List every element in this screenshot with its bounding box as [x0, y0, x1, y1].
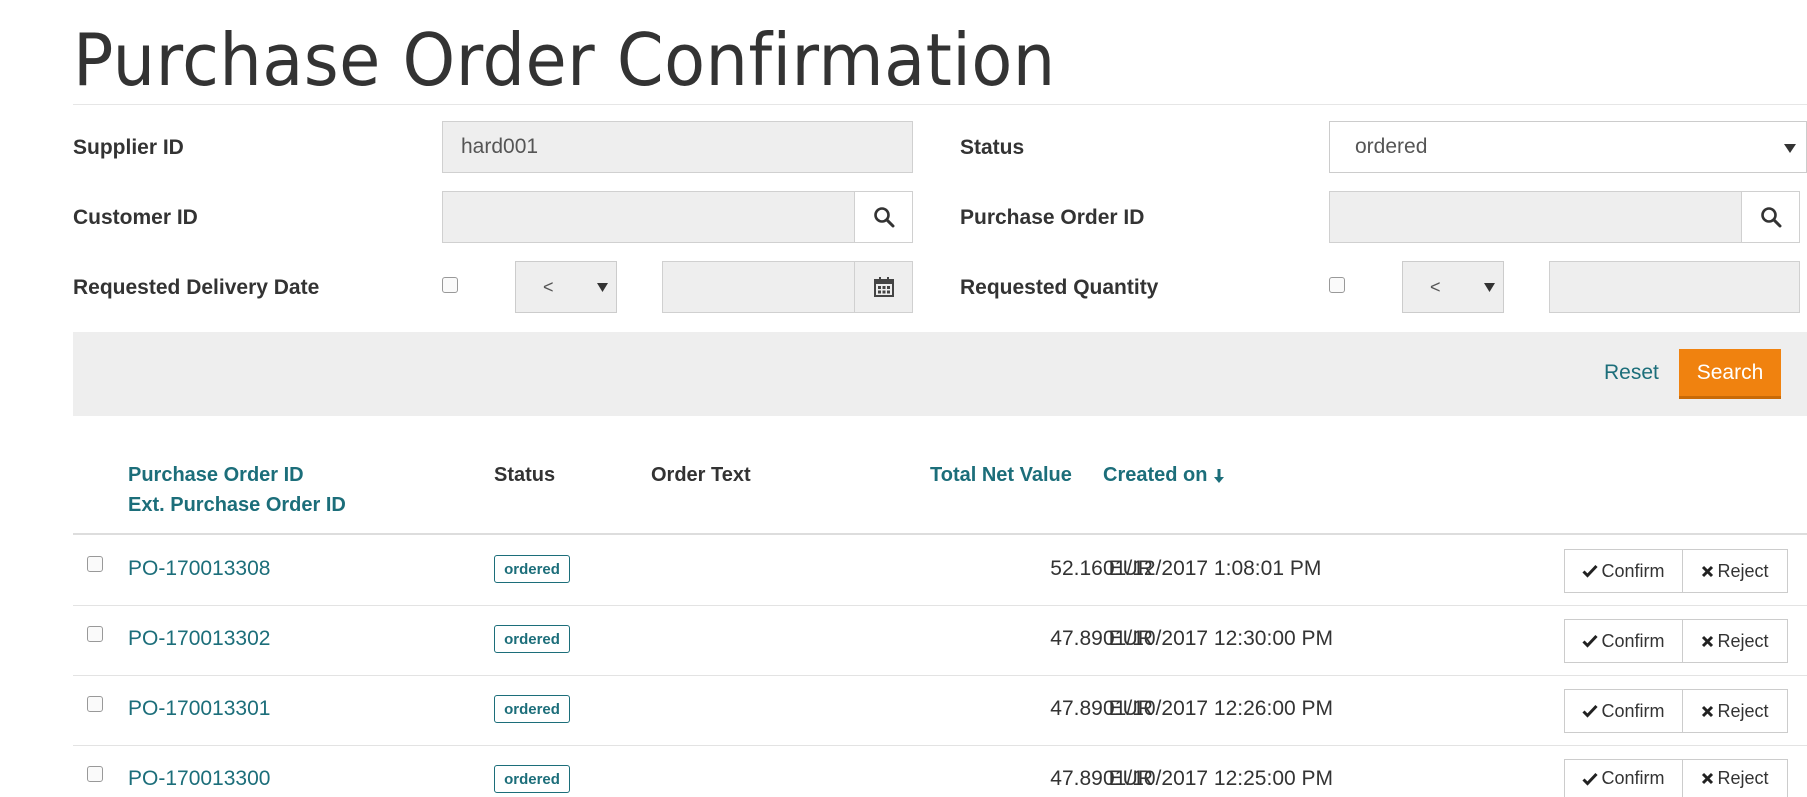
reset-link[interactable]: Reset: [1604, 361, 1659, 385]
operator-value: <: [543, 277, 554, 297]
status-select[interactable]: ordered: [1329, 121, 1807, 173]
col-header-purchase-order-id[interactable]: Purchase Order ID: [128, 460, 304, 490]
col-header-total-net-value[interactable]: Total Net Value: [930, 460, 1072, 490]
po-id-link[interactable]: PO-170013300: [128, 767, 270, 791]
supplier-id-label: Supplier ID: [73, 136, 184, 159]
confirm-label: Confirm: [1601, 630, 1665, 651]
table-header-divider: [73, 533, 1807, 535]
search-button[interactable]: Search: [1679, 349, 1781, 399]
requested-quantity-checkbox[interactable]: [1329, 277, 1345, 293]
col-header-order-text: Order Text: [651, 464, 751, 486]
filter-toolbar: [73, 332, 1807, 416]
supplier-id-field[interactable]: hard001: [442, 121, 913, 173]
created-on: 01/10/2017 12:30:00 PM: [1103, 627, 1334, 650]
check-icon: [1582, 564, 1599, 578]
row-select-checkbox[interactable]: [87, 626, 103, 642]
check-icon: [1582, 704, 1599, 718]
confirm-label: Confirm: [1601, 768, 1665, 788]
supplier-id-value: hard001: [461, 135, 539, 158]
requested-delivery-date-operator-select[interactable]: <: [515, 261, 617, 313]
title-divider: [73, 104, 1807, 105]
row-select-checkbox[interactable]: [87, 766, 103, 782]
requested-delivery-date-input[interactable]: [662, 261, 855, 313]
purchase-order-id-label: Purchase Order ID: [960, 206, 1145, 229]
status-badge: ordered: [494, 695, 570, 723]
created-on: 01/10/2017 12:25:00 PM: [1103, 767, 1334, 790]
reject-label: Reject: [1717, 560, 1769, 581]
reject-label: Reject: [1717, 700, 1769, 721]
created-on: 01/12/2017 1:08:01 PM: [1103, 557, 1322, 580]
row-select-checkbox[interactable]: [87, 556, 103, 572]
status-badge: ordered: [494, 765, 570, 793]
calendar-button[interactable]: [854, 261, 913, 313]
chevron-down-icon: [1784, 144, 1796, 153]
customer-id-label: Customer ID: [73, 206, 198, 229]
status-select-value: ordered: [1355, 135, 1428, 158]
customer-id-search-button[interactable]: [854, 191, 913, 243]
operator-value: <: [1430, 277, 1441, 297]
confirm-label: Confirm: [1601, 560, 1665, 581]
search-icon: [1760, 207, 1781, 228]
table-row: PO-170013302 ordered 47.89 EUR 01/10/201…: [73, 606, 1807, 676]
sort-down-arrow-icon: [1214, 469, 1225, 483]
po-id-link[interactable]: PO-170013301: [128, 697, 270, 721]
reject-button[interactable]: Reject: [1682, 549, 1788, 593]
close-icon: [1702, 635, 1714, 647]
customer-id-input[interactable]: [442, 191, 855, 243]
requested-delivery-date-checkbox[interactable]: [442, 277, 458, 293]
table-row: PO-170013301 ordered 47.89 EUR 01/10/201…: [73, 676, 1807, 746]
confirm-label: Confirm: [1601, 700, 1665, 721]
calendar-icon: [873, 277, 894, 297]
purchase-order-id-input[interactable]: [1329, 191, 1742, 243]
table-row: PO-170013300 ordered 47.89 EUR 01/10/201…: [73, 746, 1807, 797]
chevron-down-icon: [1484, 283, 1495, 292]
confirm-button[interactable]: Confirm: [1564, 549, 1683, 593]
close-icon: [1702, 565, 1714, 577]
col-header-created-on[interactable]: Created on: [1103, 460, 1225, 490]
reject-label: Reject: [1717, 768, 1769, 788]
purchase-order-id-search-button[interactable]: [1741, 191, 1800, 243]
po-id-link[interactable]: PO-170013302: [128, 627, 270, 651]
status-badge: ordered: [494, 555, 570, 583]
page-title: Purchase Order Confirmation: [73, 18, 1056, 102]
confirm-button[interactable]: Confirm: [1564, 619, 1683, 663]
requested-quantity-operator-select[interactable]: <: [1402, 261, 1504, 313]
requested-delivery-date-label: Requested Delivery Date: [73, 276, 320, 299]
chevron-down-icon: [597, 283, 608, 292]
requested-quantity-label: Requested Quantity: [960, 276, 1159, 299]
table-row: PO-170013308 ordered 52.16 EUR 01/12/201…: [73, 536, 1807, 606]
reject-button[interactable]: Reject: [1682, 689, 1788, 733]
row-select-checkbox[interactable]: [87, 696, 103, 712]
status-badge: ordered: [494, 625, 570, 653]
col-header-ext-purchase-order-id[interactable]: Ext. Purchase Order ID: [128, 490, 346, 520]
confirm-button[interactable]: Confirm: [1564, 759, 1683, 797]
created-on: 01/10/2017 12:26:00 PM: [1103, 697, 1334, 720]
requested-quantity-input[interactable]: [1549, 261, 1800, 313]
status-label: Status: [960, 136, 1025, 159]
check-icon: [1582, 634, 1599, 648]
search-icon: [873, 207, 894, 228]
reject-button[interactable]: Reject: [1682, 619, 1788, 663]
close-icon: [1702, 772, 1714, 785]
col-header-status: Status: [494, 464, 556, 486]
reject-label: Reject: [1717, 630, 1769, 651]
po-id-link[interactable]: PO-170013308: [128, 557, 270, 581]
col-header-created-on-label: Created on: [1103, 464, 1208, 486]
check-icon: [1582, 772, 1599, 786]
close-icon: [1702, 705, 1714, 717]
confirm-button[interactable]: Confirm: [1564, 689, 1683, 733]
reject-button[interactable]: Reject: [1682, 759, 1788, 797]
